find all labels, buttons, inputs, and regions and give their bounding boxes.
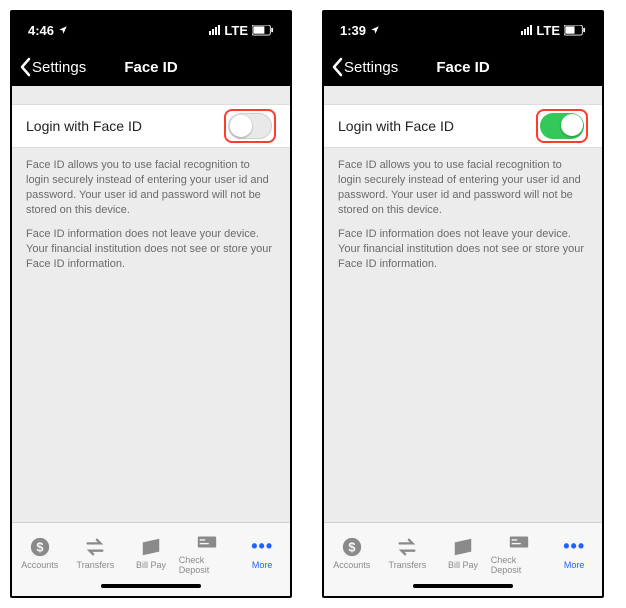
tab-more[interactable]: ••• More [234, 523, 290, 582]
setting-description: Face ID allows you to use facial recogni… [12, 148, 290, 292]
tab-transfers[interactable]: Transfers [68, 523, 124, 582]
phone-screen-right: 1:39 LTE Settings Face ID Login with Fac… [322, 10, 604, 598]
face-id-toggle[interactable] [540, 113, 584, 139]
tab-checkdeposit[interactable]: Check Deposit [491, 523, 547, 582]
tab-label: Check Deposit [179, 555, 235, 575]
nav-bar: Settings Face ID [324, 48, 602, 86]
svg-text:$: $ [348, 539, 355, 554]
status-time: 1:39 [340, 23, 366, 38]
tab-label: Check Deposit [491, 555, 547, 575]
signal-icon [209, 25, 220, 35]
dollar-icon: $ [29, 536, 51, 558]
tab-checkdeposit[interactable]: Check Deposit [179, 523, 235, 582]
tab-label: More [252, 560, 273, 570]
tab-billpay[interactable]: Bill Pay [435, 523, 491, 582]
battery-icon [564, 25, 586, 36]
more-icon: ••• [563, 536, 585, 558]
description-p1: Face ID allows you to use facial recogni… [26, 158, 276, 217]
description-p2: Face ID information does not leave your … [26, 227, 276, 272]
tab-label: Accounts [333, 560, 370, 570]
tab-label: Transfers [389, 560, 427, 570]
back-label: Settings [32, 59, 86, 76]
back-button[interactable]: Settings [324, 57, 398, 77]
annotation-highlight [536, 109, 588, 143]
status-bar: 1:39 LTE [324, 12, 602, 48]
tab-label: Transfers [77, 560, 115, 570]
network-label: LTE [536, 23, 560, 38]
tab-bar: $ Accounts Transfers Bill Pay Check Depo… [324, 522, 602, 582]
face-id-setting-row: Login with Face ID [324, 104, 602, 148]
tab-more[interactable]: ••• More [546, 523, 602, 582]
setting-label: Login with Face ID [338, 118, 454, 134]
face-id-setting-row: Login with Face ID [12, 104, 290, 148]
back-label: Settings [344, 59, 398, 76]
annotation-highlight [224, 109, 276, 143]
billpay-icon [452, 536, 474, 558]
home-indicator[interactable] [413, 584, 513, 588]
dollar-icon: $ [341, 536, 363, 558]
tab-label: Bill Pay [136, 560, 166, 570]
phone-screen-left: 4:46 LTE Settings Face ID Login with Fac… [10, 10, 292, 598]
face-id-toggle[interactable] [228, 113, 272, 139]
setting-label: Login with Face ID [26, 118, 142, 134]
setting-description: Face ID allows you to use facial recogni… [324, 148, 602, 292]
status-time: 4:46 [28, 23, 54, 38]
battery-icon [252, 25, 274, 36]
tab-accounts[interactable]: $ Accounts [12, 523, 68, 582]
description-p1: Face ID allows you to use facial recogni… [338, 158, 588, 217]
billpay-icon [140, 536, 162, 558]
status-bar: 4:46 LTE [12, 12, 290, 48]
content-area: Login with Face ID Face ID allows you to… [324, 86, 602, 522]
location-icon [58, 25, 68, 35]
tab-label: Bill Pay [448, 560, 478, 570]
back-button[interactable]: Settings [12, 57, 86, 77]
chevron-left-icon [18, 57, 32, 77]
description-p2: Face ID information does not leave your … [338, 227, 588, 272]
check-icon [508, 531, 530, 553]
home-indicator[interactable] [101, 584, 201, 588]
signal-icon [521, 25, 532, 35]
tab-accounts[interactable]: $ Accounts [324, 523, 380, 582]
home-indicator-area [12, 582, 290, 596]
tab-label: Accounts [21, 560, 58, 570]
more-icon: ••• [251, 536, 273, 558]
chevron-left-icon [330, 57, 344, 77]
transfers-icon [396, 536, 418, 558]
tab-billpay[interactable]: Bill Pay [123, 523, 179, 582]
nav-bar: Settings Face ID [12, 48, 290, 86]
check-icon [196, 531, 218, 553]
svg-text:$: $ [36, 539, 43, 554]
tab-transfers[interactable]: Transfers [380, 523, 436, 582]
home-indicator-area [324, 582, 602, 596]
location-icon [370, 25, 380, 35]
tab-label: More [564, 560, 585, 570]
transfers-icon [84, 536, 106, 558]
tab-bar: $ Accounts Transfers Bill Pay Check Depo… [12, 522, 290, 582]
network-label: LTE [224, 23, 248, 38]
content-area: Login with Face ID Face ID allows you to… [12, 86, 290, 522]
